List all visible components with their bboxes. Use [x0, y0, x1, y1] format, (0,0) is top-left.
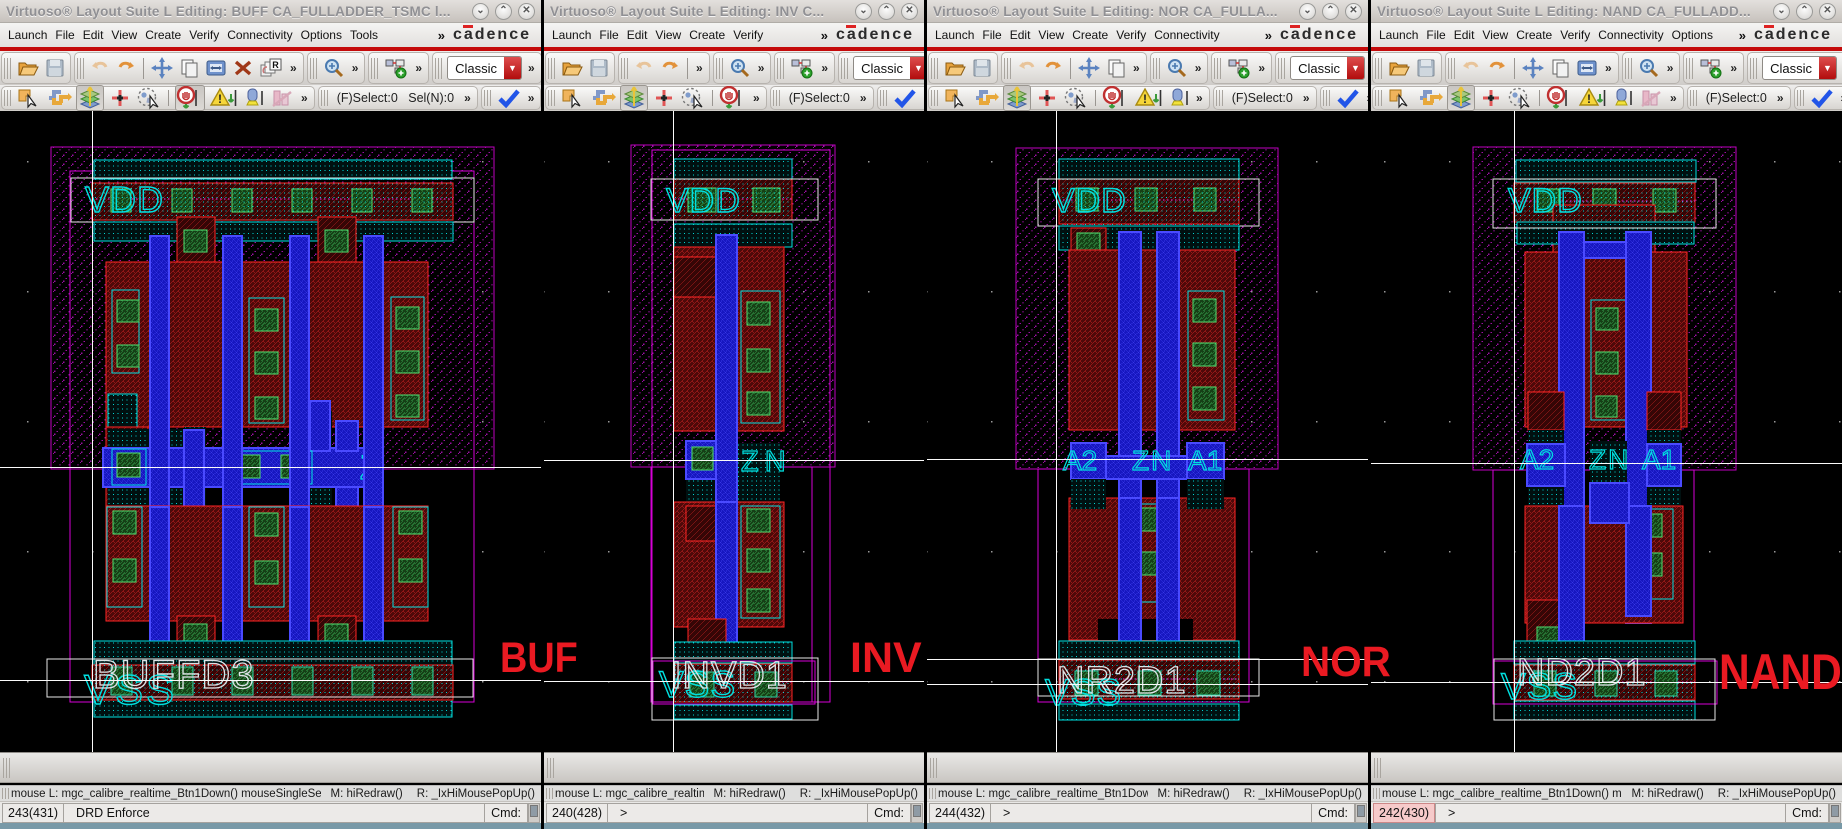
svg-text:A1: A1: [1188, 445, 1222, 476]
svg-text:!: !: [1143, 92, 1147, 106]
svg-text:ND2D1: ND2D1: [1517, 652, 1647, 694]
svg-text:INVD1: INVD1: [671, 655, 788, 697]
svg-text:!: !: [1587, 92, 1591, 106]
svg-text:VDD: VDD: [1508, 182, 1583, 220]
svg-text:A1: A1: [1642, 444, 1676, 475]
svg-text:A2: A2: [1063, 445, 1097, 476]
svg-text:ZN: ZN: [1132, 445, 1173, 476]
svg-text:BUFFD3: BUFFD3: [93, 653, 255, 697]
svg-text:VDD: VDD: [85, 179, 164, 220]
svg-text:VDD: VDD: [1052, 182, 1127, 220]
svg-text:A2: A2: [1520, 444, 1554, 475]
svg-text:R: R: [272, 60, 279, 70]
svg-text:ZN: ZN: [741, 446, 792, 478]
svg-text:NR2D1: NR2D1: [1057, 660, 1187, 702]
svg-text:ZN: ZN: [1589, 444, 1630, 475]
svg-text:!: !: [218, 92, 222, 106]
svg-text:VDD: VDD: [666, 182, 741, 220]
